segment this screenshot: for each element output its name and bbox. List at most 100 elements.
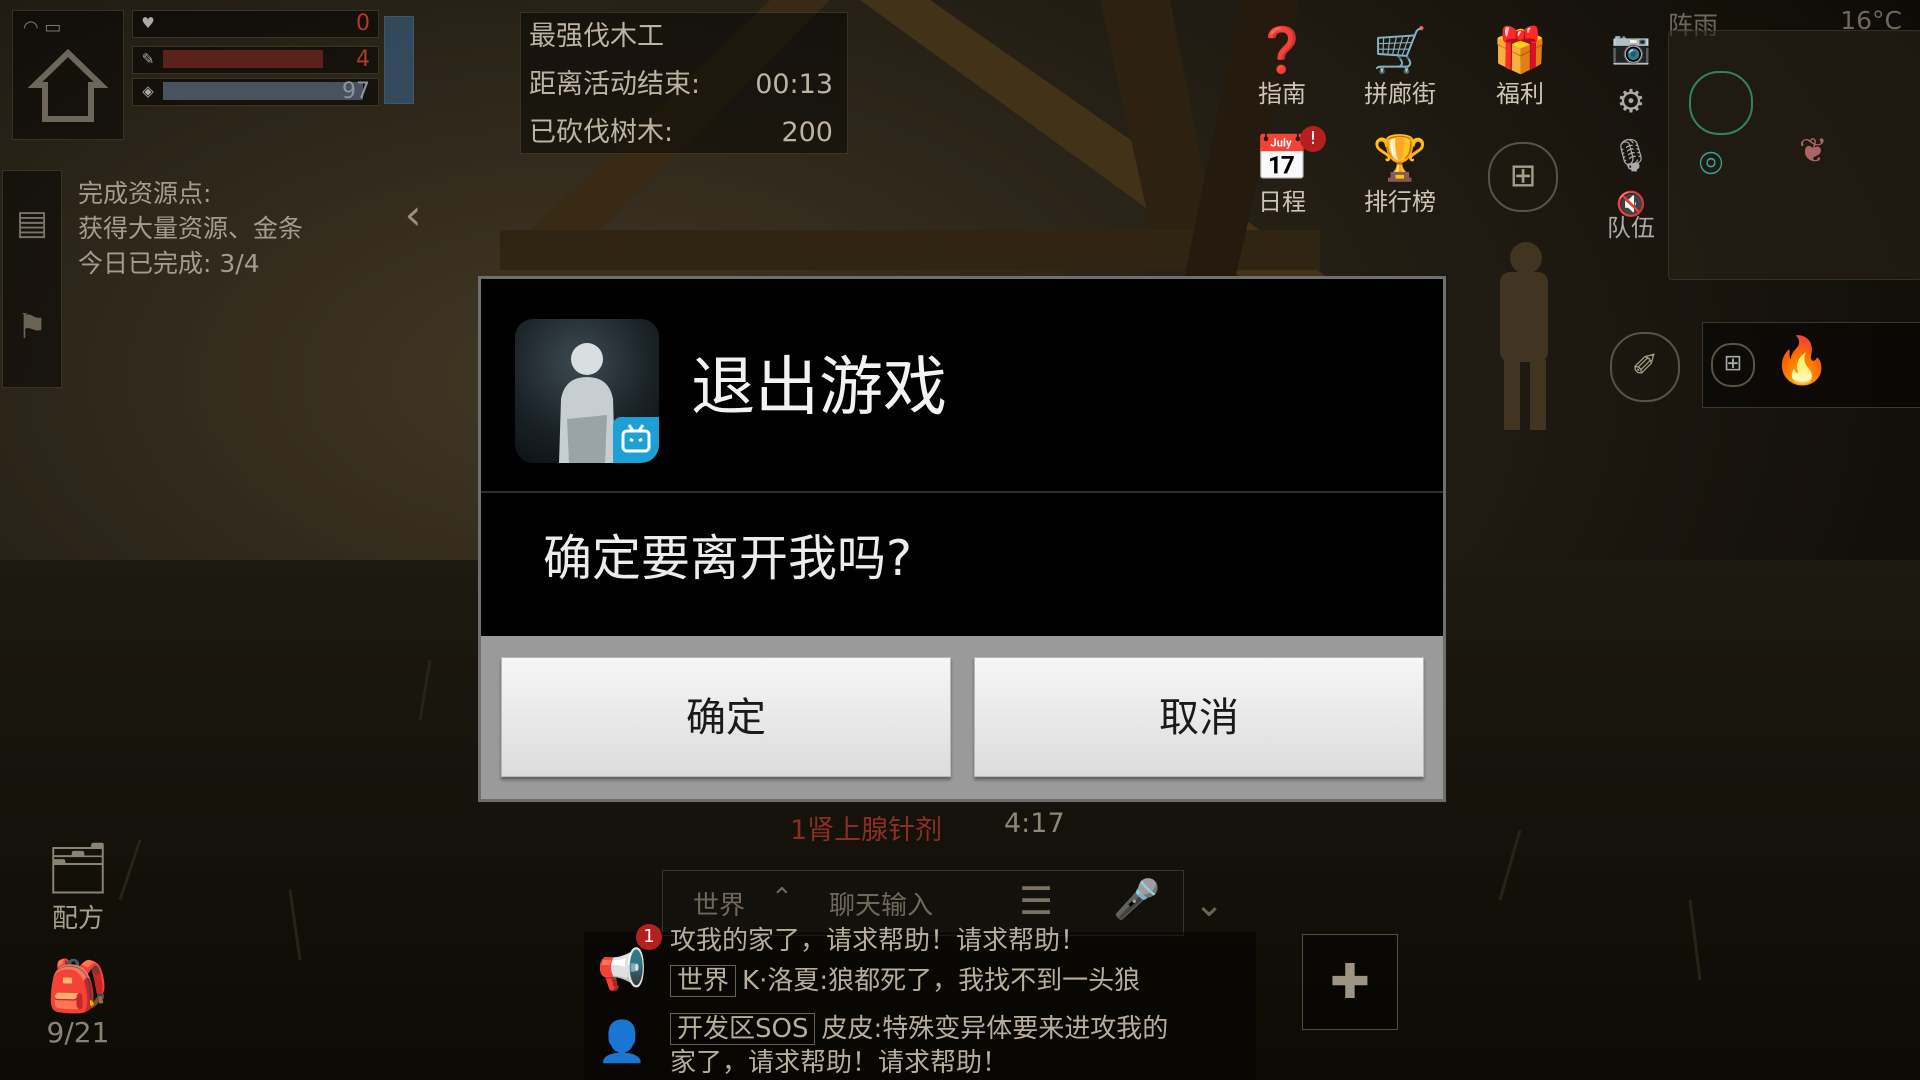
item-notice-name: 1肾上腺针剂 — [790, 815, 943, 846]
leaf-icon: ❦ — [1799, 131, 1828, 171]
minimap[interactable]: ⌾ ❦ — [1668, 30, 1920, 280]
chat-channel-chip: 世界 — [670, 965, 737, 997]
event-panel: 最强伐木工 距离活动结束: 00:13 已砍伐树木: 200 — [520, 12, 848, 154]
quest-line-1: 完成资源点: — [78, 179, 212, 208]
gear-icon[interactable]: ⚙ — [1604, 74, 1658, 128]
chat-line-text: K·洛夏:狼都死了，我找不到一头狼 — [742, 966, 1141, 996]
camera-icon[interactable]: 📷 — [1604, 20, 1658, 74]
cancel-button[interactable]: 取消 — [974, 657, 1424, 777]
chat-list-icon[interactable]: ☰ — [1019, 879, 1053, 923]
cart-icon: 🛒 — [1372, 25, 1428, 76]
expand-menu-button[interactable]: ⊞ — [1488, 142, 1558, 212]
team-label: 队伍 — [1607, 214, 1655, 242]
event-countdown-value: 00:13 — [755, 69, 833, 100]
bilibili-badge-icon — [613, 417, 659, 463]
chat-log[interactable]: 📢 1 👤 攻我的家了，请求帮助！请求帮助！ 世界 K·洛夏:狼都死了，我找不到一… — [584, 924, 1256, 1080]
dialog-header: 退出游戏 — [481, 279, 1443, 493]
right-tool-column: 📷 ⚙ 🎙 🔇 队伍 — [1604, 20, 1658, 290]
first-aid-icon: ✚ — [1329, 954, 1371, 1010]
trophy-icon: 🏆 — [1372, 133, 1428, 184]
app-icon — [515, 319, 659, 463]
chat-line-3: 开发区SOS 皮皮:特殊变异体要来进攻我的 — [670, 1012, 1168, 1046]
guide-button[interactable]: ❓ 指南 — [1234, 22, 1330, 118]
arcade-label: 拼廊街 — [1364, 80, 1436, 108]
hunger-fill — [163, 50, 323, 68]
chat-badge: 1 — [636, 924, 662, 950]
item-notice: 1肾上腺针剂 4:17 — [790, 808, 1090, 846]
event-countdown: 距离活动结束: 00:13 — [529, 65, 839, 105]
exit-game-dialog: 退出游戏 确定要离开我吗? 确定 取消 — [478, 276, 1446, 802]
chat-line-4: 家了，请求帮助！请求帮助！ — [670, 1048, 1009, 1078]
weapon-grid-icon: ⊞ — [1711, 343, 1755, 387]
backpack-count: 9/21 — [46, 1016, 110, 1049]
dialog-message: 确定要离开我吗? — [543, 530, 913, 587]
hunger-bar: ✎ 4 — [132, 46, 379, 74]
weapon-slot[interactable]: ⊞ 🔥 — [1702, 322, 1920, 408]
item-notice-timer: 4:17 — [1004, 808, 1065, 839]
aim-button[interactable]: ✐ — [1610, 332, 1680, 402]
location-pin-icon: ⌾ — [1699, 141, 1723, 187]
medkit-button[interactable]: ✚ — [1302, 934, 1398, 1030]
torch-icon: 🔥 — [1773, 333, 1831, 387]
welfare-button[interactable]: 🎁 福利 — [1472, 22, 1568, 118]
body-status-icon[interactable] — [384, 16, 414, 104]
hunger-value: 4 — [356, 47, 370, 72]
backpack-button[interactable]: 🎒 9/21 — [30, 956, 126, 1056]
event-chopped-label: 已砍伐树木: — [529, 117, 674, 148]
mic-off-icon[interactable]: 🎙 — [1604, 128, 1658, 182]
welfare-label: 福利 — [1496, 80, 1544, 108]
thirst-value: 97 — [342, 79, 370, 104]
chat-line-1: 攻我的家了，请求帮助！请求帮助！ — [670, 926, 1087, 956]
home-button[interactable]: ◠ ▭ — [12, 10, 124, 140]
schedule-button[interactable]: 📅 日程 ! — [1234, 126, 1330, 226]
backpack-icon: 🎒 — [46, 957, 110, 1015]
chat-channel-select[interactable]: 世界 — [693, 885, 745, 922]
heart-icon: ♥ — [141, 14, 155, 32]
chat-channel-chip: 开发区SOS — [670, 1013, 816, 1045]
quest-line-3: 今日已完成: 3/4 — [78, 249, 260, 278]
flag-icon[interactable]: ⚑ — [3, 275, 61, 379]
recipe-label: 配方 — [51, 904, 104, 934]
thirst-fill — [163, 82, 363, 100]
event-title: 最强伐木工 — [529, 21, 664, 52]
chat-line-text: 皮皮:特殊变异体要来进攻我的 — [821, 1014, 1169, 1044]
quest-line-2: 获得大量资源、金条 — [78, 214, 304, 243]
quest-sidebar: ▤ ⚑ — [2, 170, 62, 388]
chat-line-2: 世界 K·洛夏:狼都死了，我找不到一头狼 — [670, 964, 1140, 998]
chat-input[interactable]: 聊天输入 — [829, 885, 933, 922]
crosshair-icon: ✐ — [1631, 346, 1659, 384]
pill-icon: ◈ — [142, 82, 154, 100]
chevron-down-icon[interactable]: ⌄ — [1194, 884, 1224, 925]
gift-icon: 🎁 — [1492, 25, 1548, 76]
team-button[interactable]: 🔇 队伍 — [1604, 182, 1658, 272]
alert-badge: ! — [1300, 126, 1326, 152]
arcade-button[interactable]: 🛒 拼廊街 — [1352, 22, 1448, 118]
ranking-label: 排行榜 — [1364, 188, 1436, 216]
house-icon — [27, 48, 109, 122]
guide-label: 指南 — [1258, 80, 1306, 108]
health-bar: ♥ 0 — [132, 10, 379, 38]
collapse-quest-button[interactable]: ‹ — [390, 180, 436, 250]
event-chopped-value: 200 — [781, 117, 833, 148]
megaphone-icon[interactable]: 📢 — [592, 946, 652, 1006]
schedule-label: 日程 — [1258, 188, 1306, 216]
chevron-up-icon[interactable]: ⌃ — [771, 883, 793, 913]
confirm-button[interactable]: 确定 — [501, 657, 951, 777]
map-marker-icon — [1689, 71, 1753, 135]
ranking-button[interactable]: 🏆 排行榜 — [1352, 130, 1448, 226]
quest-info[interactable]: 完成资源点: 获得大量资源、金条 今日已完成: 3/4 — [78, 176, 303, 281]
recipe-icon: 🗂 — [46, 839, 110, 897]
event-countdown-label: 距离活动结束: — [529, 69, 701, 100]
recipe-button[interactable]: 🗂 配方 — [30, 838, 126, 934]
friends-icon[interactable]: 👤 — [592, 1018, 652, 1078]
guide-icon: ❓ — [1254, 25, 1310, 76]
dialog-title: 退出游戏 — [691, 351, 947, 425]
event-chopped: 已砍伐树木: 200 — [529, 113, 839, 153]
wrench-icon: ✎ — [141, 50, 155, 68]
grid-icon: ⊞ — [1509, 156, 1537, 194]
quest-scroll-icon[interactable]: ▤ — [3, 171, 61, 275]
thirst-bar: ◈ 97 — [132, 78, 379, 106]
chevron-left-icon: ‹ — [404, 190, 422, 239]
microphone-icon[interactable]: 🎤 — [1113, 877, 1160, 922]
health-value: 0 — [356, 11, 370, 36]
